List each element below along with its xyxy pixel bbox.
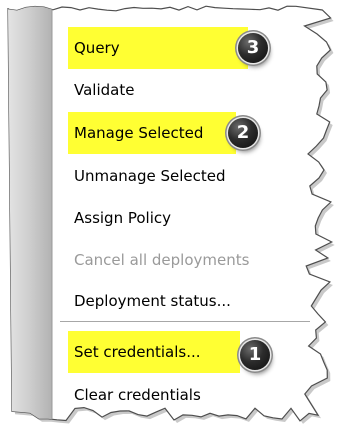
screenshot-root: Query 3 Validate Manage Selected 2 Unman… <box>0 0 356 434</box>
step-2-badge-icon: 2 <box>228 118 258 148</box>
context-menu: Query 3 Validate Manage Selected 2 Unman… <box>0 0 356 434</box>
menu-item-label: Unmanage Selected <box>74 167 226 185</box>
menu-item-label: Set credentials... <box>74 343 201 361</box>
menu-item-label: Query <box>74 39 120 57</box>
step-1-badge-icon: 1 <box>240 340 270 370</box>
menu-item-label: Deployment status... <box>74 292 231 310</box>
menu-item-label: Validate <box>74 81 135 99</box>
menu-item-label: Manage Selected <box>74 124 204 142</box>
menu-item-label: Assign Policy <box>74 209 172 227</box>
menu-separator <box>60 321 310 323</box>
menu-item-label: Cancel all deployments <box>74 251 250 269</box>
step-3-badge-icon: 3 <box>238 33 268 63</box>
menu-item-label: Clear credentials <box>74 386 201 404</box>
